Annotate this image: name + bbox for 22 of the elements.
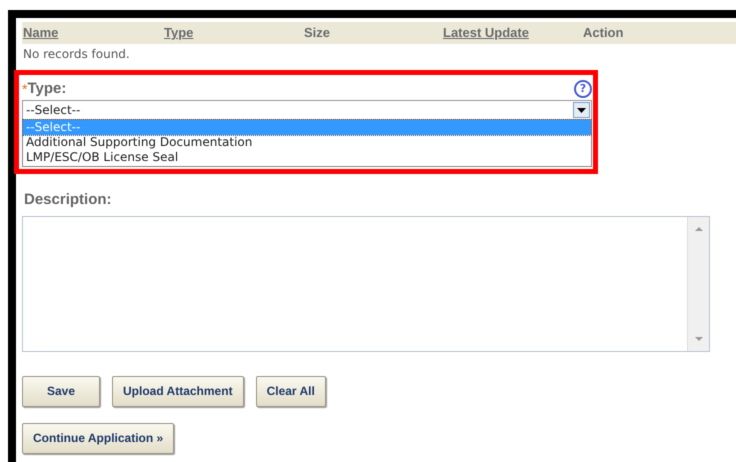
dropdown-caret-icon: [573, 102, 590, 118]
action-button[interactable]: Clear All: [256, 376, 326, 406]
dropdown-option[interactable]: LMP/ESC/OB License Seal: [23, 150, 591, 165]
description-field[interactable]: [22, 216, 710, 352]
type-select[interactable]: --Select--: [22, 100, 592, 120]
help-icon[interactable]: ?: [574, 80, 592, 98]
continue-button[interactable]: Continue Application »: [22, 422, 174, 454]
scroll-down-arrow-icon[interactable]: [694, 336, 702, 340]
empty-message: No records found.: [22, 46, 131, 63]
column-header: Size: [304, 25, 330, 40]
scrollbar[interactable]: [687, 216, 709, 350]
field-label: Description:: [24, 190, 113, 210]
field-label: Type:: [27, 78, 66, 99]
column-header: Action: [583, 25, 624, 40]
action-button[interactable]: Upload Attachment: [112, 376, 244, 406]
required-mark: *: [22, 80, 28, 98]
dropdown-option[interactable]: Additional Supporting Documentation: [23, 135, 591, 150]
column-header[interactable]: Name: [23, 25, 58, 40]
column-header[interactable]: Type: [164, 25, 194, 40]
action-button[interactable]: Save: [22, 376, 100, 406]
scroll-up-arrow-icon[interactable]: [694, 226, 702, 230]
column-header[interactable]: Latest Update: [443, 25, 529, 40]
